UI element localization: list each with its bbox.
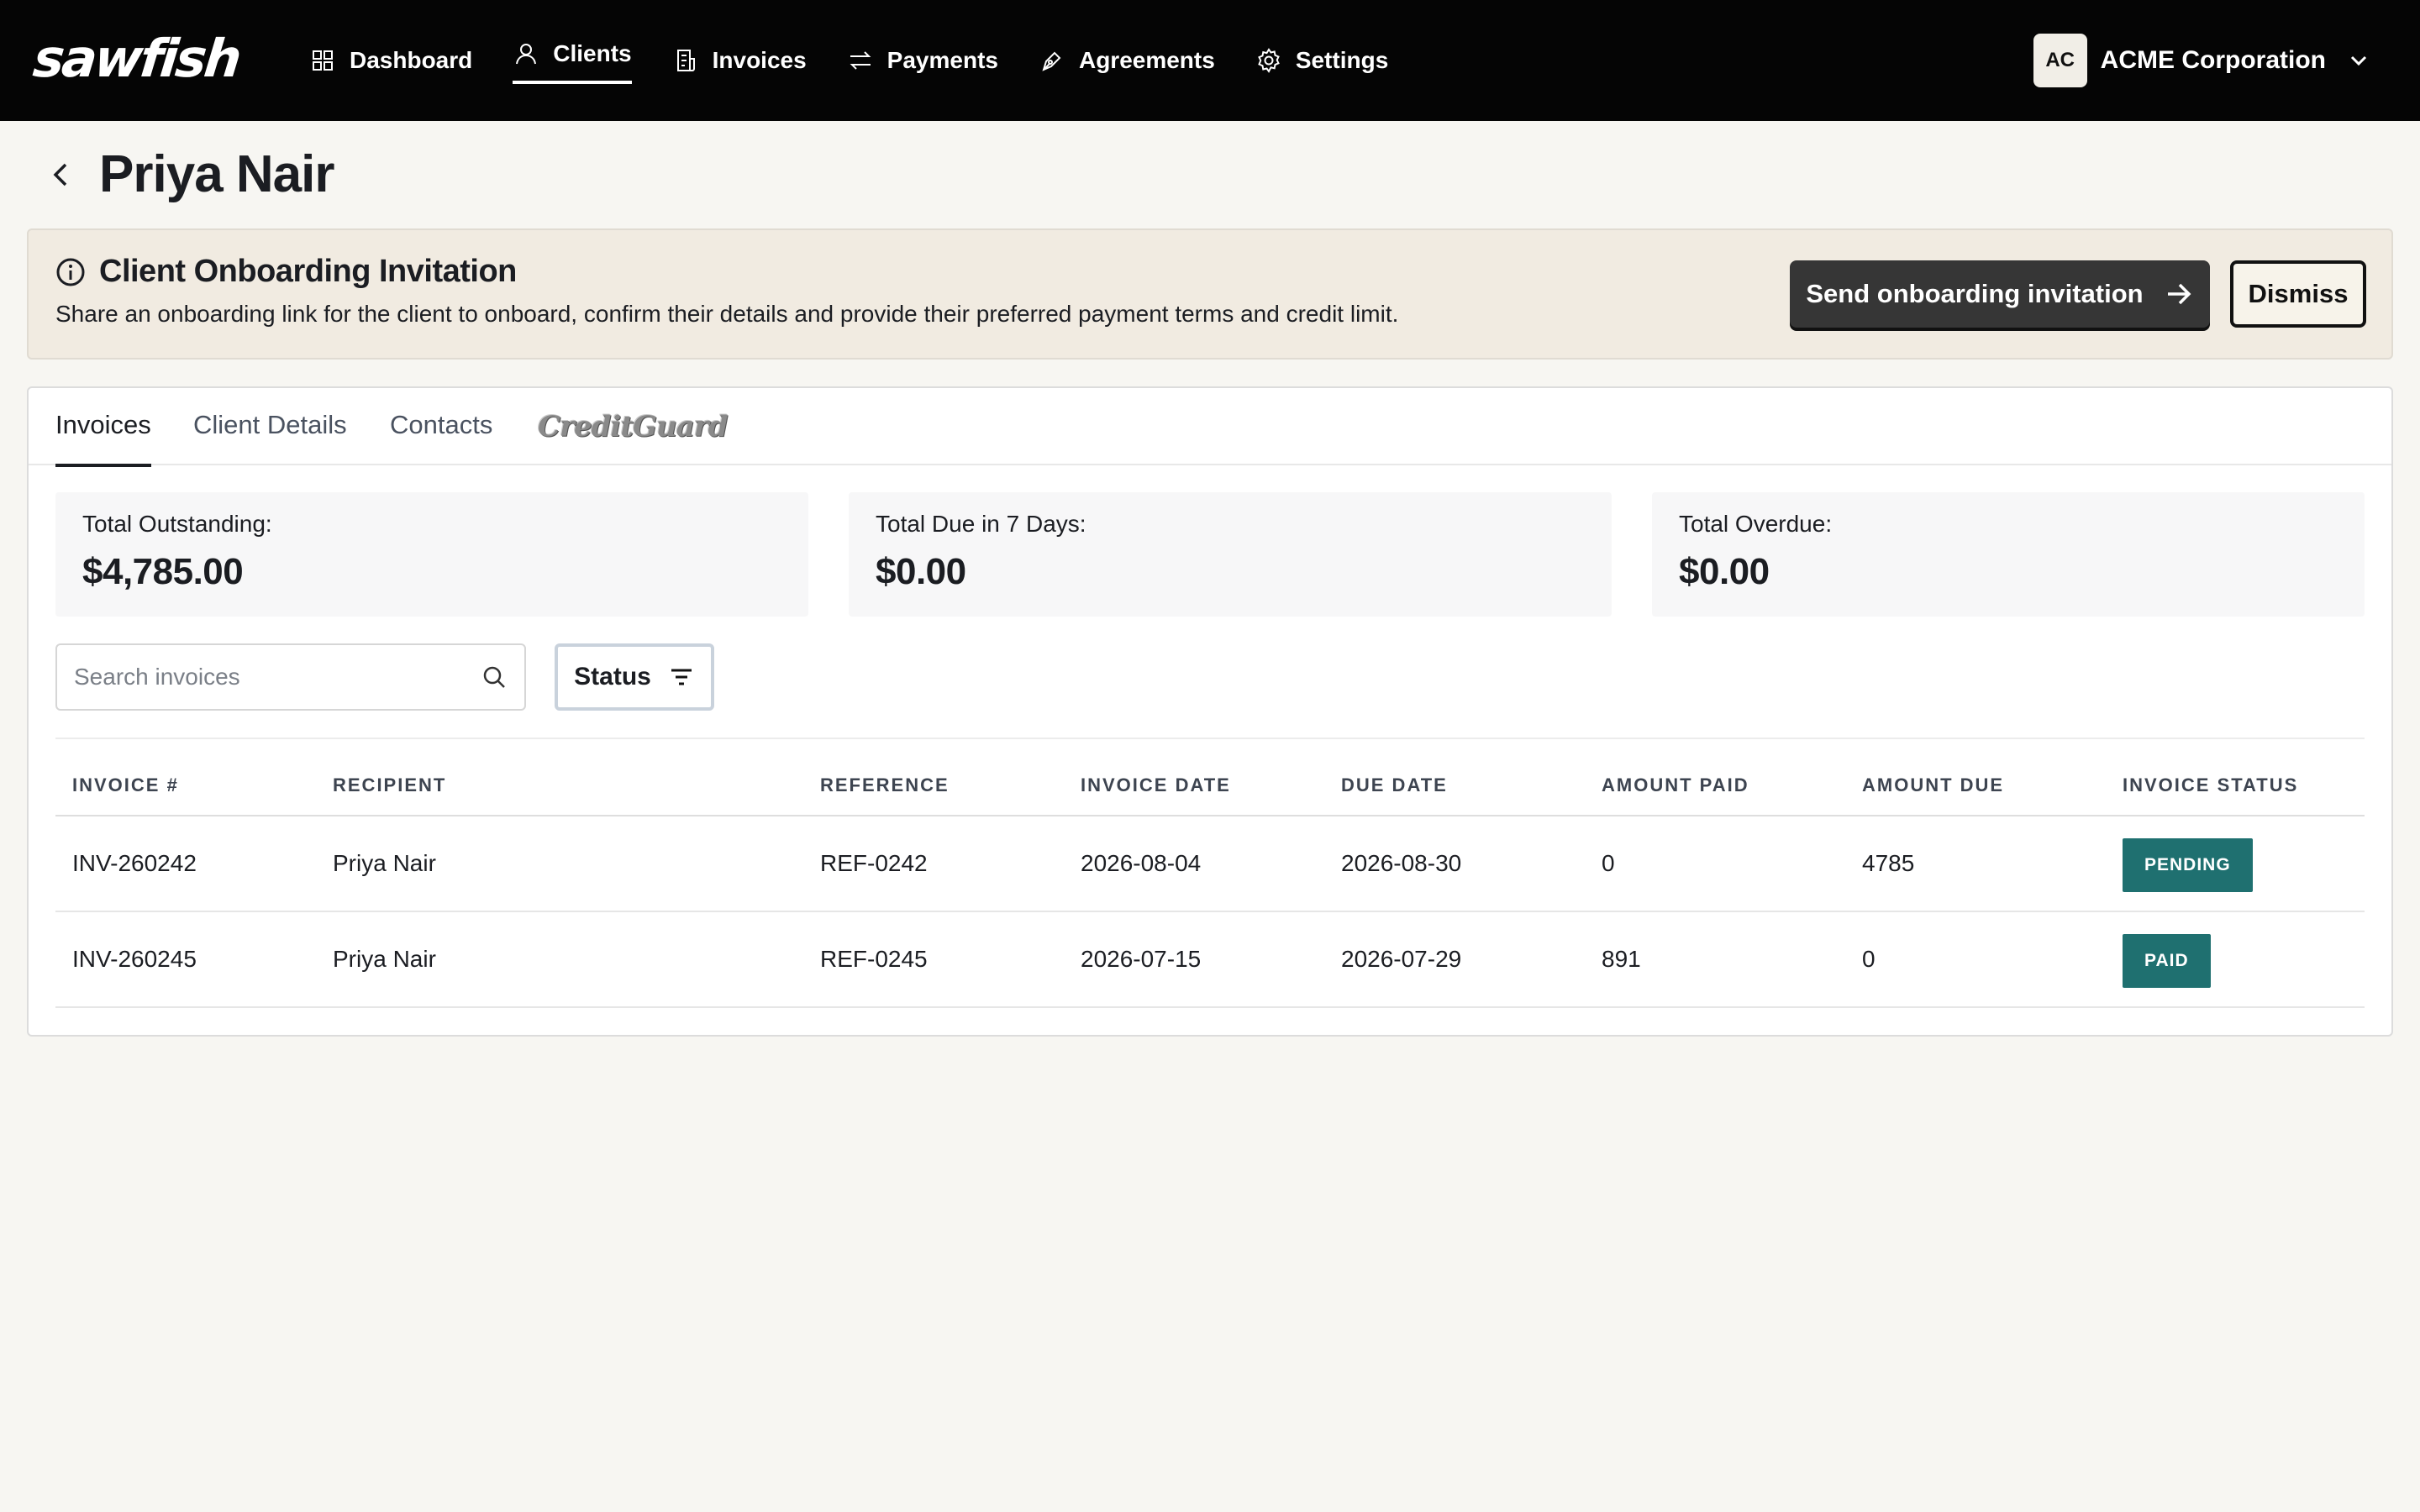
chevron-down-icon bbox=[2350, 55, 2367, 66]
grid-icon bbox=[313, 50, 333, 71]
invoice-date: 2026-08-04 bbox=[1081, 850, 1202, 876]
stat-label: Total Due in 7 Days: bbox=[876, 511, 1086, 537]
chevron-left-icon bbox=[53, 163, 67, 186]
dismiss-button[interactable]: Dismiss bbox=[2230, 260, 2366, 328]
page-title: Priya Nair bbox=[99, 145, 335, 203]
recipient: Priya Nair bbox=[333, 850, 436, 876]
send-onboarding-invitation-button[interactable]: Send onboarding invitation bbox=[1790, 260, 2210, 328]
column-header: DUE DATE bbox=[1341, 774, 1448, 795]
invoice-number: INV-260245 bbox=[72, 946, 197, 972]
nav-item-agreements[interactable]: Agreements bbox=[1039, 0, 1215, 121]
info-icon bbox=[55, 257, 86, 287]
top-nav-bar: sawfish Dashboard Clients Invoices Payme… bbox=[0, 0, 2420, 121]
search-invoices-field bbox=[55, 643, 526, 711]
column-header: INVOICE DATE bbox=[1081, 774, 1231, 795]
filter-label: Status bbox=[574, 663, 651, 690]
stat-value: $0.00 bbox=[1679, 551, 1770, 592]
org-avatar: AC bbox=[2033, 34, 2087, 87]
amount-paid: 891 bbox=[1602, 946, 1641, 972]
due-date: 2026-08-30 bbox=[1341, 850, 1462, 876]
reference: REF-0242 bbox=[820, 850, 928, 876]
stat-total-outstanding: Total Outstanding: $4,785.00 bbox=[55, 492, 808, 617]
arrows-icon bbox=[850, 51, 871, 70]
table-row[interactable]: INV-260242 Priya Nair REF-0242 2026-08-0… bbox=[55, 816, 2365, 912]
nav-label: Payments bbox=[886, 47, 998, 73]
status-badge: PAID bbox=[2123, 934, 2211, 988]
nav-item-payments[interactable]: Payments bbox=[847, 0, 998, 121]
status-badge: PENDING bbox=[2123, 838, 2253, 892]
column-header: RECIPIENT bbox=[333, 774, 447, 795]
recipient: Priya Nair bbox=[333, 946, 436, 972]
invoice-icon bbox=[676, 50, 695, 71]
stat-label: Total Outstanding: bbox=[82, 511, 272, 537]
sawfish-logo[interactable]: sawfish bbox=[30, 28, 242, 89]
status-filter-button[interactable]: Status bbox=[555, 643, 714, 711]
tab-bar: Invoices Client Details Contacts CreditG… bbox=[29, 388, 2391, 467]
column-header: AMOUNT DUE bbox=[1862, 774, 2005, 795]
column-header: REFERENCE bbox=[820, 774, 950, 795]
filter-icon bbox=[671, 669, 692, 685]
search-input[interactable] bbox=[74, 645, 469, 709]
nav-item-dashboard[interactable]: Dashboard bbox=[309, 0, 472, 121]
pen-icon bbox=[1042, 51, 1061, 71]
table-row[interactable]: INV-260245 Priya Nair REF-0245 2026-07-1… bbox=[55, 912, 2365, 1008]
amount-due: 4785 bbox=[1862, 850, 1915, 876]
stat-label: Total Overdue: bbox=[1679, 511, 1833, 537]
nav-item-invoices[interactable]: Invoices bbox=[672, 0, 807, 121]
person-icon bbox=[516, 44, 537, 65]
nav-label: Agreements bbox=[1078, 47, 1215, 73]
stat-value: $4,785.00 bbox=[82, 551, 244, 592]
stat-total-due-7-days: Total Due in 7 Days: $0.00 bbox=[849, 492, 1612, 617]
due-date: 2026-07-29 bbox=[1341, 946, 1462, 972]
column-header: INVOICE # bbox=[72, 774, 179, 795]
client-invoices-card: Invoices Client Details Contacts CreditG… bbox=[27, 386, 2393, 1037]
button-label: Send onboarding invitation bbox=[1806, 279, 2144, 308]
search-icon bbox=[483, 666, 505, 688]
nav-item-settings[interactable]: Settings bbox=[1255, 0, 1388, 121]
invoice-date: 2026-07-15 bbox=[1081, 946, 1202, 972]
amount-paid: 0 bbox=[1602, 850, 1615, 876]
column-header: AMOUNT PAID bbox=[1602, 774, 1749, 795]
tab-invoices[interactable]: Invoices bbox=[55, 410, 151, 467]
nav-label: Dashboard bbox=[350, 47, 473, 73]
organization-switcher[interactable]: AC ACME Corporation bbox=[2033, 34, 2370, 87]
amount-due: 0 bbox=[1862, 946, 1876, 972]
invoice-number: INV-260242 bbox=[72, 850, 197, 876]
table-header: INVOICE # RECIPIENT REFERENCE INVOICE DA… bbox=[55, 739, 2365, 816]
arrow-right-icon bbox=[2167, 283, 2191, 305]
tab-contacts[interactable]: Contacts bbox=[390, 410, 492, 440]
nav-label: Invoices bbox=[712, 47, 807, 73]
gear-icon bbox=[1257, 48, 1280, 73]
tab-creditguard[interactable]: CreditGuard bbox=[538, 410, 728, 444]
stat-total-overdue: Total Overdue: $0.00 bbox=[1652, 492, 2365, 617]
column-header: INVOICE STATUS bbox=[2123, 774, 2299, 795]
banner-description: Share an onboarding link for the client … bbox=[55, 301, 1399, 327]
tab-client-details[interactable]: Client Details bbox=[193, 410, 347, 440]
stat-value: $0.00 bbox=[876, 551, 966, 592]
back-button[interactable] bbox=[47, 158, 74, 192]
nav-label: Clients bbox=[553, 40, 632, 66]
nav-item-clients[interactable]: Clients bbox=[513, 0, 632, 114]
org-name: ACME Corporation bbox=[2100, 46, 2326, 74]
banner-title: Client Onboarding Invitation bbox=[99, 254, 517, 289]
reference: REF-0245 bbox=[820, 946, 928, 972]
main-nav: Dashboard Clients Invoices Payments Agre… bbox=[309, 0, 1428, 121]
nav-label: Settings bbox=[1295, 47, 1389, 73]
onboarding-banner: Client Onboarding Invitation Share an on… bbox=[27, 228, 2393, 360]
